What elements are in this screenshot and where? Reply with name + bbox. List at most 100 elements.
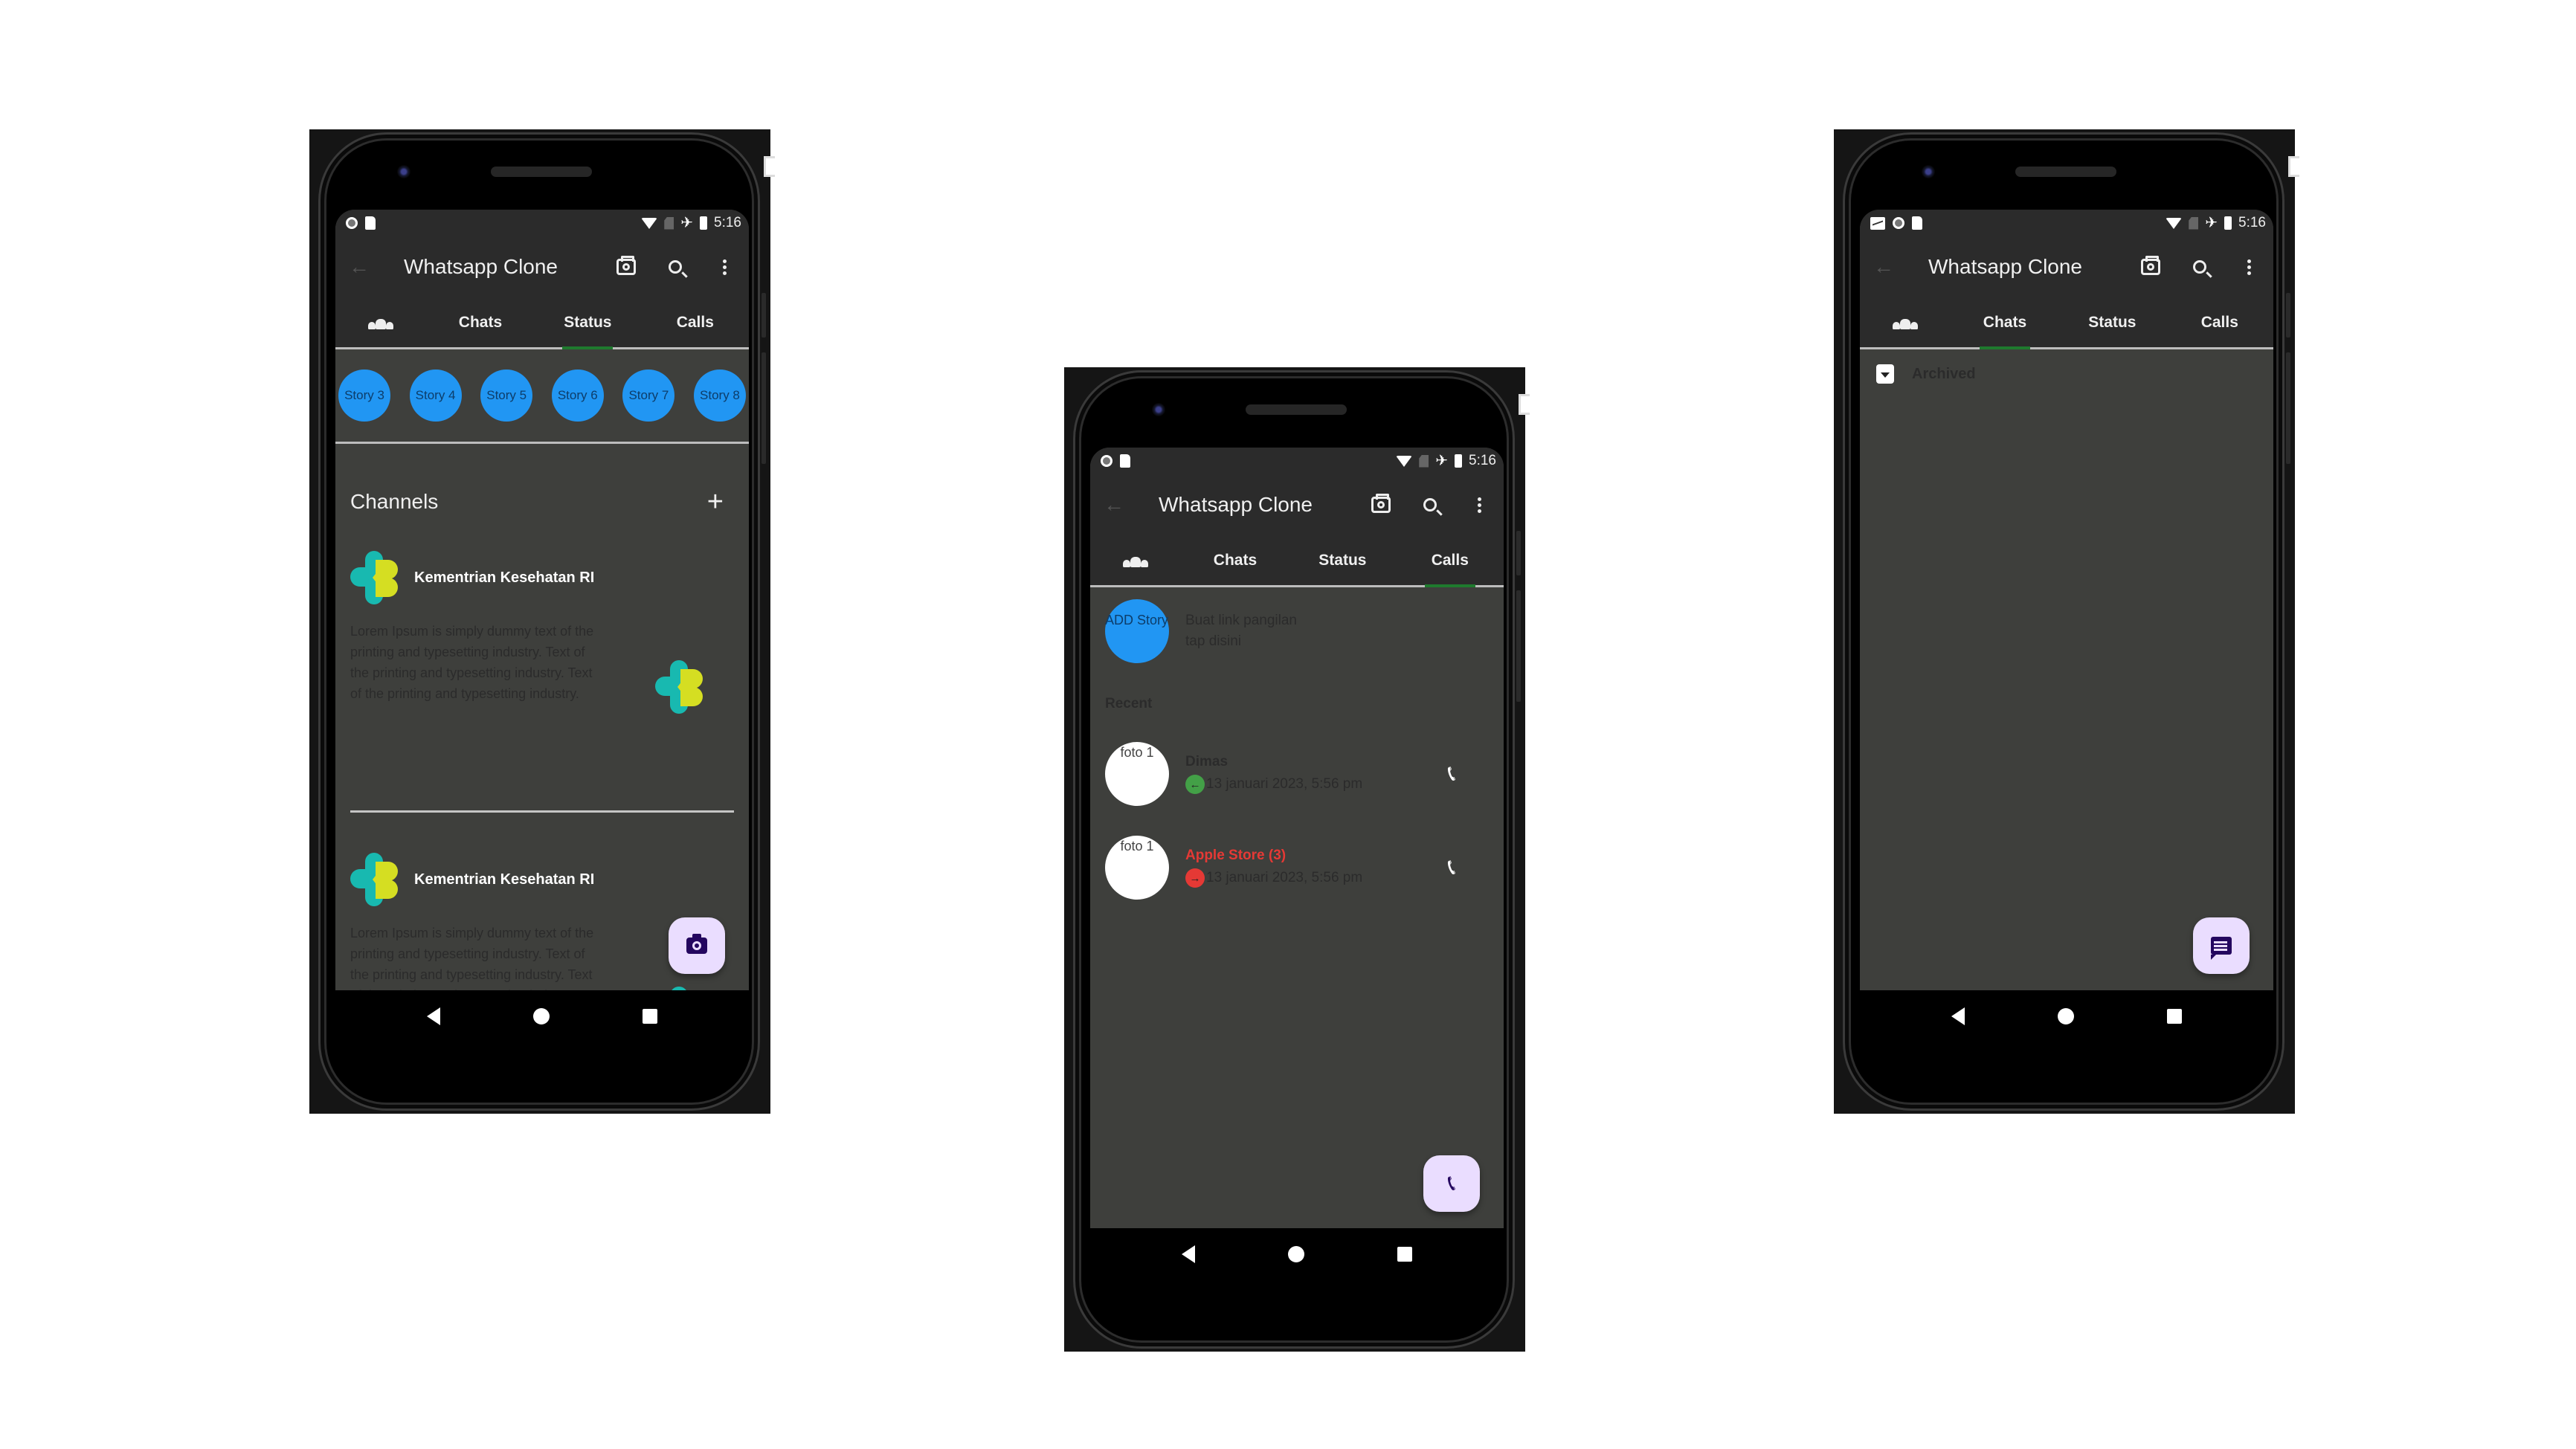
call-button[interactable]: 📞︎ (1437, 853, 1466, 882)
tab-chats[interactable]: Chats (427, 297, 534, 347)
add-channel-plus-icon[interactable]: + (707, 488, 724, 516)
channel-name: Kementrian Kesehatan RI (414, 871, 595, 888)
search-button[interactable] (651, 260, 700, 274)
status-time: 5:16 (1469, 453, 1496, 468)
archived-chats-row[interactable]: Archived (1860, 349, 2273, 398)
back-arrow-icon[interactable]: ← (349, 255, 381, 279)
nav-recents-icon[interactable] (1397, 1247, 1413, 1262)
channel-description: Lorem Ipsum is simply dummy text of the … (350, 926, 594, 990)
tab-bar: Chats Status Calls (1860, 297, 2273, 349)
phone-calls-screen: ✈ 5:16 ← Whatsapp Clone Chats Status Cal… (1064, 367, 1530, 1352)
story-item[interactable]: Story 7 (622, 369, 675, 422)
volume-button (1516, 531, 1521, 575)
archived-label: Archived (1912, 365, 1976, 382)
power-button (761, 352, 766, 464)
nav-back-icon[interactable] (1181, 1245, 1195, 1263)
camera-icon (616, 256, 636, 275)
channel-logo-icon (350, 853, 399, 906)
tab-calls[interactable]: Calls (1397, 535, 1504, 585)
wifi-icon (2166, 217, 2183, 229)
device-side-marker (1519, 394, 1530, 415)
nav-back-icon[interactable] (1951, 1007, 1965, 1025)
call-link-title: Buat link pangilan (1185, 613, 1297, 628)
status-time: 5:16 (2238, 215, 2266, 230)
communities-icon (368, 316, 394, 329)
story-item[interactable]: Story 5 (480, 369, 533, 422)
back-arrow-icon[interactable]: ← (1873, 255, 1906, 279)
front-camera (1922, 165, 1935, 178)
new-call-fab-button[interactable]: 📞︎ (1423, 1155, 1480, 1212)
tab-chats[interactable]: Chats (1182, 535, 1289, 585)
sd-card-icon (365, 216, 376, 230)
story-item[interactable]: Story 3 (338, 369, 390, 422)
app-title: Whatsapp Clone (1159, 493, 1313, 516)
channel-item[interactable]: Kementrian Kesehatan RI Lorem Ipsum is s… (335, 545, 749, 813)
tab-communities[interactable] (1860, 297, 1951, 347)
nav-home-icon[interactable] (532, 1008, 550, 1024)
camera-button[interactable] (602, 256, 651, 275)
status-bar: ✈ 5:16 (335, 210, 749, 236)
channels-title: Channels (350, 490, 439, 513)
tab-status[interactable]: Status (1289, 535, 1396, 585)
tab-calls[interactable]: Calls (642, 297, 749, 347)
tab-status[interactable]: Status (534, 297, 641, 347)
new-chat-fab-button[interactable] (2193, 917, 2250, 974)
phone-icon: 📞︎ (1447, 761, 1456, 786)
more-options-button[interactable] (700, 259, 749, 275)
back-arrow-icon[interactable]: ← (1104, 493, 1136, 517)
stories-row[interactable]: Story 3 Story 4 Story 5 Story 6 Story 7 … (335, 349, 749, 444)
phone-icon: 📞︎ (1447, 855, 1456, 880)
airplane-icon: ✈ (2205, 215, 2218, 231)
call-list-item[interactable]: foto 1 Apple Store (3) → 13 januari 2023… (1090, 821, 1504, 914)
tab-status[interactable]: Status (2058, 297, 2166, 347)
search-button[interactable] (2175, 260, 2224, 274)
communities-icon (1123, 554, 1149, 567)
call-list-item[interactable]: foto 1 Dimas ← 13 januari 2023, 5:56 pm … (1090, 727, 1504, 821)
more-vert-icon (722, 259, 727, 275)
nav-home-icon[interactable] (1287, 1246, 1304, 1262)
more-options-button[interactable] (2224, 259, 2273, 275)
earpiece-speaker (2015, 167, 2116, 177)
tab-bar: Chats Status Calls (1090, 535, 1504, 587)
record-icon (1893, 217, 1904, 229)
camera-fab-button[interactable] (669, 917, 725, 974)
call-button[interactable]: 📞︎ (1437, 759, 1466, 789)
earpiece-speaker (491, 167, 592, 177)
camera-icon (2141, 256, 2160, 275)
outgoing-call-arrow-icon: → (1185, 868, 1205, 888)
power-button (2286, 352, 2290, 464)
tab-calls[interactable]: Calls (2166, 297, 2273, 347)
divider (350, 810, 734, 813)
airplane-icon: ✈ (680, 215, 694, 231)
nav-back-icon[interactable] (426, 1007, 440, 1025)
airplane-icon: ✈ (1435, 453, 1449, 469)
more-options-button[interactable] (1455, 497, 1504, 513)
search-button[interactable] (1405, 498, 1455, 511)
record-icon (346, 217, 358, 229)
more-vert-icon (2247, 259, 2251, 275)
status-bar: ✈ 5:16 (1860, 210, 2273, 236)
camera-button[interactable] (1356, 494, 1405, 513)
contact-avatar: foto 1 (1105, 742, 1169, 806)
phone-chats-screen: ✈ 5:16 ← Whatsapp Clone Chats Status Cal… (1834, 129, 2299, 1114)
nav-recents-icon[interactable] (2167, 1009, 2183, 1024)
contact-name: Dimas (1185, 754, 1229, 769)
story-item[interactable]: Story 8 (693, 369, 746, 422)
tab-bar: Chats Status Calls (335, 297, 749, 349)
camera-icon (1371, 494, 1391, 513)
create-call-link-row[interactable]: ADD Story Buat link pangilan tap disini (1090, 587, 1504, 675)
story-item[interactable]: Story 4 (409, 369, 462, 422)
camera-button[interactable] (2126, 256, 2175, 275)
nav-recents-icon[interactable] (643, 1009, 658, 1024)
tab-communities[interactable] (1090, 535, 1182, 585)
tab-chats[interactable]: Chats (1951, 297, 2058, 347)
add-story-avatar[interactable]: ADD Story (1105, 599, 1169, 663)
record-icon (1101, 455, 1112, 467)
sd-card-icon (1912, 216, 1922, 230)
search-icon (1423, 498, 1437, 511)
story-item[interactable]: Story 6 (551, 369, 604, 422)
tab-communities[interactable] (335, 297, 427, 347)
device-side-marker (2288, 156, 2299, 177)
nav-home-icon[interactable] (2057, 1008, 2074, 1024)
channel-description: Lorem Ipsum is simply dummy text of the … (350, 624, 594, 701)
